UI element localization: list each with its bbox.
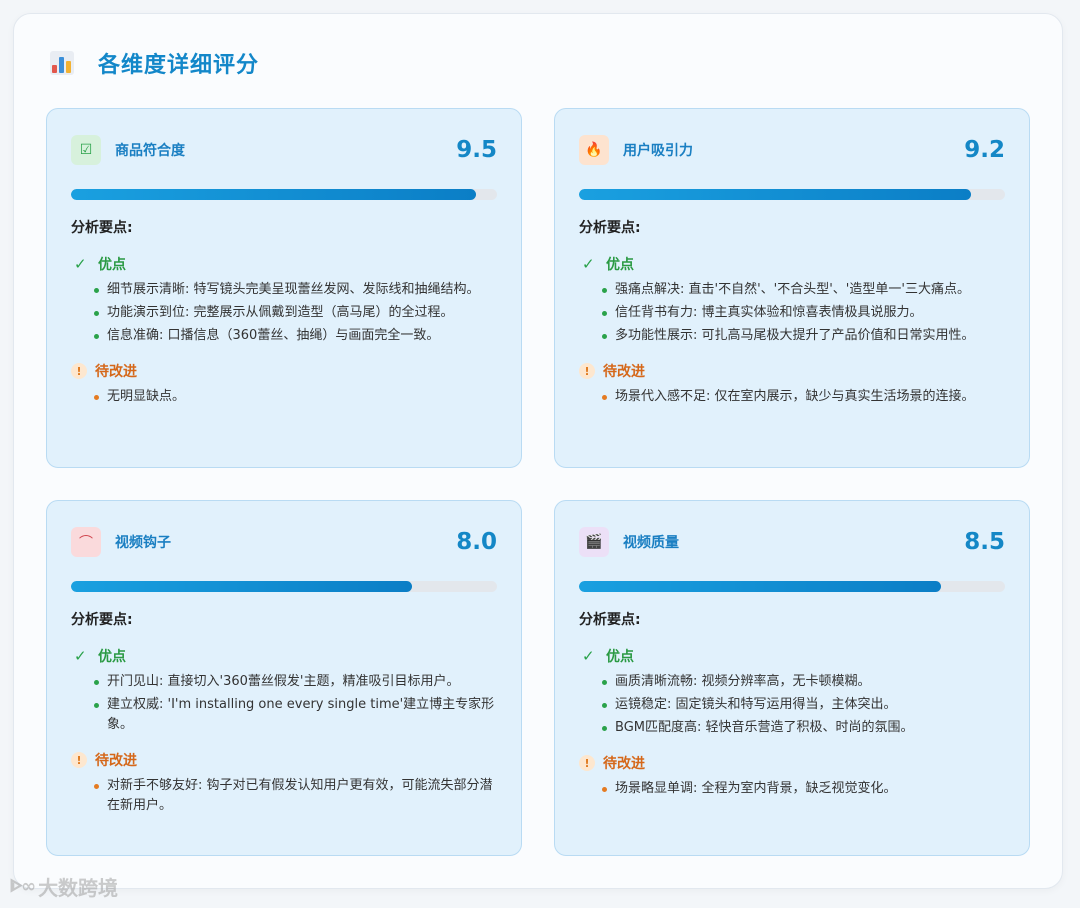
card-score: 8.5	[964, 529, 1005, 555]
list-item: 画质清晰流畅: 视频分辨率高，无卡顿模糊。	[601, 672, 1005, 692]
pros-title: 优点	[98, 257, 126, 273]
analysis-label: 分析要点:	[579, 612, 641, 628]
pros-list: 强痛点解决: 直击'不自然'、'不合头型'、'造型单一'三大痛点。 信任背书有力…	[579, 280, 1005, 346]
check-icon: ✓	[74, 647, 87, 665]
page-title: 各维度详细评分	[98, 53, 260, 78]
score-progress-bar	[579, 189, 1005, 200]
cons-header: ! 待改进	[579, 360, 1005, 382]
list-item: 多功能性展示: 可扎高马尾极大提升了产品价值和日常实用性。	[601, 326, 1005, 346]
watermark-logo-icon: ᐈ∞	[10, 876, 36, 897]
card-score: 9.2	[964, 137, 1005, 163]
pros-header: ✓ 优点	[579, 253, 1005, 275]
pros-list: 细节展示清晰: 特写镜头完美呈现蕾丝发网、发际线和抽绳结构。 功能演示到位: 完…	[71, 280, 497, 346]
list-item: 信息准确: 口播信息（360蕾丝、抽绳）与画面完全一致。	[93, 326, 497, 346]
clapperboard-icon: 🎬	[579, 527, 609, 557]
card-title: 视频质量	[623, 535, 679, 551]
card-title: 视频钩子	[115, 535, 171, 551]
cons-list: 对新手不够友好: 钩子对已有假发认知用户更有效，可能流失部分潜在新用户。	[71, 776, 497, 816]
list-item: 细节展示清晰: 特写镜头完美呈现蕾丝发网、发际线和抽绳结构。	[93, 280, 497, 300]
pros-title: 优点	[606, 257, 634, 273]
warning-icon: !	[579, 363, 595, 379]
score-progress-fill	[579, 189, 971, 200]
cons-title: 待改进	[603, 756, 645, 772]
bar-chart-icon	[50, 51, 74, 75]
score-card-video-hook: ⌒ 视频钩子 8.0 分析要点: ✓ 优点 开门见山: 直接切入'360蕾丝假发…	[46, 500, 522, 856]
watermark: ᐈ∞ 大数跨境	[10, 872, 118, 901]
list-item: 对新手不够友好: 钩子对已有假发认知用户更有效，可能流失部分潜在新用户。	[93, 776, 497, 816]
cons-header: ! 待改进	[71, 360, 497, 382]
pros-header: ✓ 优点	[71, 253, 497, 275]
pros-list: 开门见山: 直接切入'360蕾丝假发'主题，精准吸引目标用户。 建立权威: 'I…	[71, 672, 497, 735]
list-item: 运镜稳定: 固定镜头和特写运用得当，主体突出。	[601, 695, 1005, 715]
analysis-label: 分析要点:	[71, 612, 133, 628]
hook-icon: ⌒	[71, 527, 101, 557]
cons-header: ! 待改进	[71, 749, 497, 771]
pros-list: 画质清晰流畅: 视频分辨率高，无卡顿模糊。 运镜稳定: 固定镜头和特写运用得当，…	[579, 672, 1005, 738]
cons-list: 场景代入感不足: 仅在室内展示，缺少与真实生活场景的连接。	[579, 387, 1005, 407]
panel-header: 各维度详细评分	[50, 48, 259, 78]
list-item: BGM匹配度高: 轻快音乐营造了积极、时尚的氛围。	[601, 718, 1005, 738]
list-item: 场景代入感不足: 仅在室内展示，缺少与真实生活场景的连接。	[601, 387, 1005, 407]
cons-title: 待改进	[95, 753, 137, 769]
cons-list: 场景略显单调: 全程为室内背景，缺乏视觉变化。	[579, 779, 1005, 799]
score-progress-bar	[579, 581, 1005, 592]
analysis-label: 分析要点:	[579, 220, 641, 236]
list-item: 功能演示到位: 完整展示从佩戴到造型（高马尾）的全过程。	[93, 303, 497, 323]
list-item: 强痛点解决: 直击'不自然'、'不合头型'、'造型单一'三大痛点。	[601, 280, 1005, 300]
analysis-label: 分析要点:	[71, 220, 133, 236]
list-item: 信任背书有力: 博主真实体验和惊喜表情极具说服力。	[601, 303, 1005, 323]
watermark-text: 大数跨境	[38, 876, 119, 900]
pros-title: 优点	[98, 649, 126, 665]
card-score: 8.0	[456, 529, 497, 555]
fire-icon: 🔥	[579, 135, 609, 165]
cons-title: 待改进	[95, 364, 137, 380]
card-score: 9.5	[456, 137, 497, 163]
score-card-video-quality: 🎬 视频质量 8.5 分析要点: ✓ 优点 画质清晰流畅: 视频分辨率高，无卡顿…	[554, 500, 1030, 856]
list-item: 场景略显单调: 全程为室内背景，缺乏视觉变化。	[601, 779, 1005, 799]
check-icon: ✓	[582, 647, 595, 665]
pros-header: ✓ 优点	[579, 645, 1005, 667]
warning-icon: !	[71, 752, 87, 768]
score-progress-fill	[71, 189, 476, 200]
warning-icon: !	[579, 755, 595, 771]
card-title: 用户吸引力	[623, 143, 693, 159]
list-item: 无明显缺点。	[93, 387, 497, 407]
score-progress-fill	[71, 581, 412, 592]
list-item: 开门见山: 直接切入'360蕾丝假发'主题，精准吸引目标用户。	[93, 672, 497, 692]
cons-header: ! 待改进	[579, 752, 1005, 774]
score-card-user-appeal: 🔥 用户吸引力 9.2 分析要点: ✓ 优点 强痛点解决: 直击'不自然'、'不…	[554, 108, 1030, 468]
cons-list: 无明显缺点。	[71, 387, 497, 407]
check-box-icon: ☑	[71, 135, 101, 165]
score-progress-bar	[71, 581, 497, 592]
score-progress-fill	[579, 581, 942, 592]
warning-icon: !	[71, 363, 87, 379]
check-icon: ✓	[582, 255, 595, 273]
pros-title: 优点	[606, 649, 634, 665]
check-icon: ✓	[74, 255, 87, 273]
pros-header: ✓ 优点	[71, 645, 497, 667]
score-card-product-match: ☑ 商品符合度 9.5 分析要点: ✓ 优点 细节展示清晰: 特写镜头完美呈现蕾…	[46, 108, 522, 468]
score-progress-bar	[71, 189, 497, 200]
list-item: 建立权威: 'I'm installing one every single t…	[93, 695, 497, 735]
card-title: 商品符合度	[115, 143, 185, 159]
cons-title: 待改进	[603, 364, 645, 380]
